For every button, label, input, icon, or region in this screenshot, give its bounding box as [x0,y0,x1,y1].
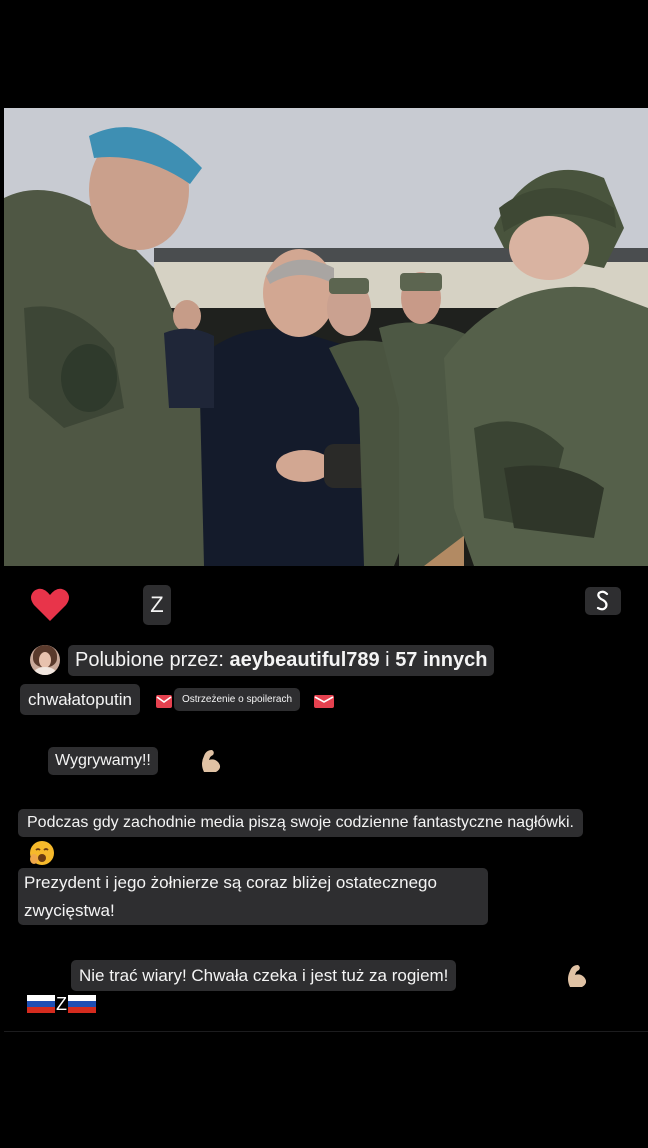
likes-text[interactable]: Polubione przez: aeybeautiful789 i 57 in… [68,645,495,676]
spoiler-warning[interactable]: Ostrzeżenie o spoilerach [174,688,301,711]
yawn-emoji [28,839,56,867]
liker-avatar[interactable] [30,645,60,675]
post-photo[interactable] [4,108,648,566]
likes-others[interactable]: 57 innych [395,649,487,671]
caption-tag: Z [143,585,171,625]
likes-prefix: Polubione przez: [75,649,230,671]
photo-illustration [4,108,648,566]
flag-line: Z [27,994,96,1014]
mail-emoji [155,692,173,710]
muscle-emoji [562,961,592,991]
caption-line-2: Podczas gdy zachodnie media piszą swoje … [18,809,583,837]
divider [4,1031,648,1032]
liker-username[interactable]: aeybeautiful789 [230,649,380,671]
likes-conjunction: i [379,649,396,671]
heart-icon [31,588,69,621]
russia-flag [27,995,55,1013]
russia-flag [68,995,96,1013]
save-icon [596,590,609,611]
save-button[interactable] [585,587,621,615]
mail-emoji [313,692,335,710]
flag-tag: Z [56,993,67,1014]
caption-line-4: zwycięstwa! [24,901,115,920]
caption-line-1: Wygrywamy!! [48,747,158,775]
author-username[interactable]: chwałatoputin [20,684,140,715]
caption-paragraph: Prezydent i jego żołnierze są coraz bliż… [18,868,488,925]
caption-line-5: Nie trać wiary! Chwała czeka i jest tuż … [71,960,457,991]
caption-line-3: Prezydent i jego żołnierze są coraz bliż… [24,873,437,892]
like-button[interactable] [30,587,70,623]
muscle-emoji [196,746,226,776]
